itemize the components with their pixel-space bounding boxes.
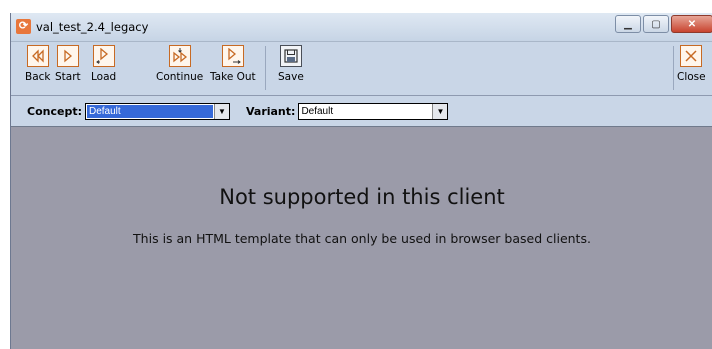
- play-icon: [56, 45, 79, 67]
- toolbar: Back Start Load Continue Take Out Save C…: [11, 42, 712, 96]
- continue-button[interactable]: Continue: [156, 45, 203, 83]
- close-icon: ✕: [687, 18, 697, 30]
- continue-label: Continue: [156, 71, 204, 83]
- start-label: Start: [55, 71, 81, 83]
- load-label: Load: [91, 71, 117, 83]
- window-title: val_test_2.4_legacy: [36, 20, 149, 34]
- not-supported-heading: Not supported in this client: [219, 185, 505, 209]
- close-x-icon: [680, 45, 703, 67]
- save-label: Save: [278, 71, 304, 83]
- variant-value: Default: [301, 105, 334, 117]
- continue-icon: [168, 45, 191, 67]
- app-logo-icon: ⟳: [16, 19, 31, 34]
- concept-select[interactable]: Default ▼: [84, 102, 230, 120]
- chevron-down-icon[interactable]: ▼: [213, 103, 229, 119]
- selector-bar: Concept: Default ▼ Variant: Default ▼: [11, 96, 712, 127]
- window-controls: ▁ ▢ ✕: [615, 15, 712, 33]
- take-out-icon: [221, 45, 244, 67]
- minimize-icon: ▁: [624, 18, 632, 30]
- variant-select[interactable]: Default ▼: [298, 102, 449, 120]
- maximize-icon: ▢: [651, 18, 661, 30]
- load-icon: [92, 45, 115, 67]
- floppy-disk-icon: [279, 45, 302, 67]
- variant-label: Variant:: [245, 104, 296, 118]
- close-label: Close: [677, 71, 706, 83]
- toolbar-separator: [265, 46, 266, 90]
- back-button[interactable]: Back: [25, 45, 51, 83]
- close-button[interactable]: Close: [677, 45, 706, 83]
- content-area: Not supported in this client This is an …: [11, 127, 712, 349]
- app-window: ⟳ val_test_2.4_legacy ▁ ▢ ✕ Back Start L…: [10, 13, 712, 349]
- rewind-icon: [26, 45, 49, 67]
- title-bar[interactable]: ⟳ val_test_2.4_legacy ▁ ▢ ✕: [11, 13, 712, 42]
- toolbar-separator: [673, 46, 674, 90]
- back-label: Back: [25, 71, 51, 83]
- concept-label: Concept:: [27, 104, 82, 118]
- take-out-label: Take Out: [210, 71, 256, 83]
- load-button[interactable]: Load: [91, 45, 116, 83]
- concept-value: Default: [86, 104, 213, 118]
- save-button[interactable]: Save: [278, 45, 304, 83]
- start-button[interactable]: Start: [55, 45, 81, 83]
- maximize-button[interactable]: ▢: [643, 15, 669, 33]
- window-close-button[interactable]: ✕: [671, 15, 712, 33]
- not-supported-message: This is an HTML template that can only b…: [133, 231, 591, 246]
- take-out-button[interactable]: Take Out: [210, 45, 256, 83]
- chevron-down-icon[interactable]: ▼: [432, 103, 448, 119]
- minimize-button[interactable]: ▁: [615, 15, 641, 33]
